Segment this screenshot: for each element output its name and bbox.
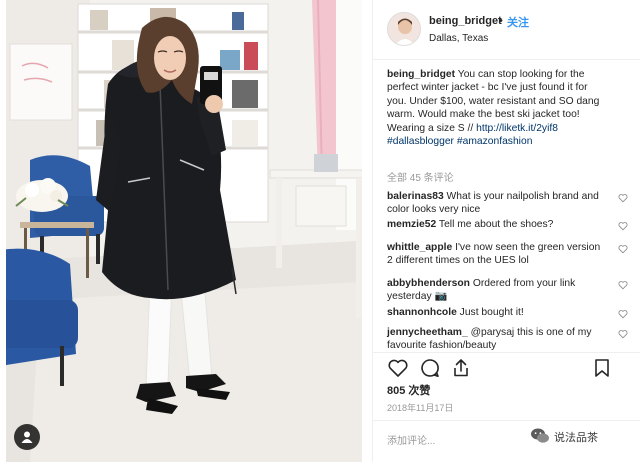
comment-item: whittle_apple I've now seen the green ve… — [387, 241, 601, 268]
comment-username[interactable]: memzie52 — [387, 219, 436, 230]
like-count[interactable]: 805 次赞 — [387, 382, 430, 398]
post-caption: being_bridget You can stop looking for t… — [387, 68, 609, 148]
watermark-text: 说法品茶 — [554, 432, 598, 444]
post-username[interactable]: being_bridget — [429, 15, 502, 27]
action-bar — [373, 352, 640, 382]
watermark: 说法品茶 — [530, 427, 598, 445]
comment-username[interactable]: balerinas83 — [387, 191, 444, 202]
comment-item: jennycheetham_ @parysaj this is one of m… — [387, 326, 601, 353]
small-heart-icon[interactable] — [618, 309, 628, 319]
comment-item: balerinas83 What is your nailpolish bran… — [387, 190, 601, 217]
avatar[interactable] — [387, 12, 421, 46]
wechat-icon — [531, 428, 549, 443]
comment-username[interactable]: jennycheetham_ — [387, 327, 468, 338]
user-tag-button[interactable] — [14, 424, 40, 450]
post-date: 2018年11月17日 — [387, 403, 454, 413]
comment-username[interactable]: whittle_apple — [387, 242, 452, 253]
caption-username[interactable]: being_bridget — [387, 69, 455, 80]
post-detail-panel: being_bridget • 关注 Dallas, Texas being_b… — [372, 0, 640, 462]
heart-icon[interactable] — [387, 357, 409, 379]
post-location[interactable]: Dallas, Texas — [429, 33, 488, 44]
caption-hashtag[interactable]: #dallasblogger — [387, 136, 454, 147]
small-heart-icon[interactable] — [618, 244, 628, 254]
comment-bubble-icon[interactable] — [419, 357, 441, 379]
share-icon[interactable] — [450, 357, 472, 379]
comment-username[interactable]: abbybhenderson — [387, 278, 470, 289]
small-heart-icon[interactable] — [618, 193, 628, 203]
comment-item: abbybhenderson Ordered from your link ye… — [387, 277, 601, 304]
small-heart-icon[interactable] — [618, 280, 628, 290]
follow-button[interactable]: 关注 — [507, 14, 529, 30]
caption-link[interactable]: http://liketk.it/2yif8 — [476, 123, 558, 134]
comment-username[interactable]: shannonhcole — [387, 307, 457, 318]
add-comment-bar — [373, 420, 640, 462]
small-heart-icon[interactable] — [618, 329, 628, 339]
comment-item: shannonhcole Just bought it! — [387, 306, 601, 319]
bookmark-icon[interactable] — [591, 357, 613, 379]
user-tag-icon — [21, 431, 33, 443]
caption-hashtag[interactable]: #amazonfashion — [457, 136, 533, 147]
post-header: being_bridget • 关注 Dallas, Texas — [373, 0, 640, 60]
view-all-comments-link[interactable]: 全部 45 条评论 — [387, 169, 454, 184]
comment-text: Tell me about the shoes? — [438, 219, 554, 230]
separator-dot: • — [499, 15, 503, 27]
post-photo — [0, 0, 372, 462]
small-heart-icon[interactable] — [618, 221, 628, 231]
comment-item: memzie52 Tell me about the shoes? — [387, 218, 601, 231]
mirror-selfie-image — [0, 0, 372, 462]
avatar-image — [388, 13, 420, 45]
comments-section[interactable]: being_bridget You can stop looking for t… — [373, 60, 640, 356]
comment-text: Just bought it! — [459, 307, 524, 318]
